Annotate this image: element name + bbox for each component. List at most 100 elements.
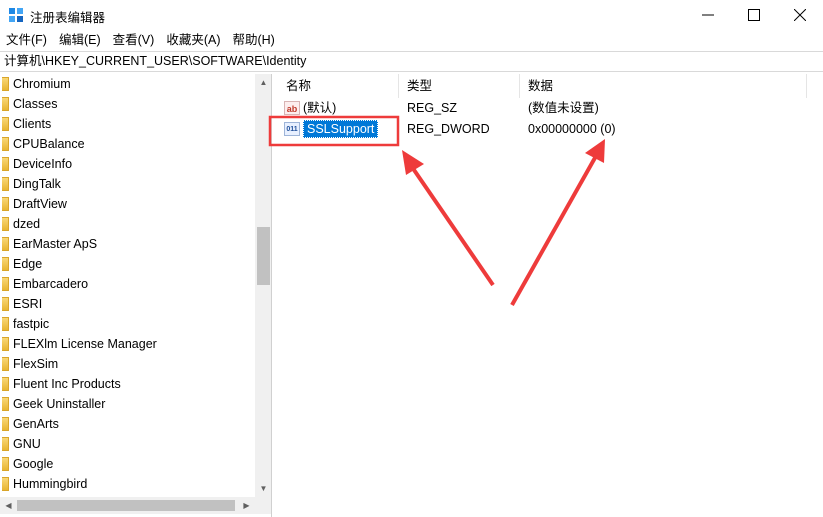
minimize-button[interactable] <box>685 0 731 30</box>
tree-item[interactable]: Fluent Inc Products <box>0 374 255 394</box>
column-header-data[interactable]: 数据 <box>520 74 808 98</box>
tree-item[interactable]: DingTalk <box>0 174 255 194</box>
tree-item-label: FlexSim <box>13 357 59 371</box>
tree-item[interactable]: Clients <box>0 114 255 134</box>
tree-item-label: GenArts <box>13 417 59 431</box>
value-row-default[interactable]: ab (默认) REG_SZ (数值未设置) <box>278 98 808 118</box>
key-tree: Chromium Classes Clients CPUBalance Devi… <box>0 74 255 494</box>
scroll-down-icon[interactable]: ▼ <box>255 480 271 497</box>
menu-file[interactable]: 文件(F) <box>0 30 53 50</box>
minimize-icon <box>702 14 714 16</box>
folder-icon <box>2 117 9 131</box>
value-name: (默认) <box>303 101 337 115</box>
folder-icon <box>2 477 9 491</box>
tree-vertical-scrollbar[interactable]: ▲ ▼ <box>255 74 271 497</box>
tree-item[interactable]: FLEXlm License Manager <box>0 334 255 354</box>
tree-item-label: Embarcadero <box>13 277 89 291</box>
tree-item[interactable]: Google <box>0 454 255 474</box>
tree-item-label: DeviceInfo <box>13 157 73 171</box>
tree-item-label: GNU <box>13 437 41 451</box>
folder-icon <box>2 97 9 111</box>
folder-icon <box>2 397 9 411</box>
folder-icon <box>2 457 9 471</box>
maximize-button[interactable] <box>731 0 777 30</box>
value-row-sslsupport[interactable]: 011 SSLSupport REG_DWORD 0x00000000 (0) <box>278 119 808 139</box>
folder-icon <box>2 377 9 391</box>
maximize-icon <box>748 9 760 21</box>
tree-item[interactable]: GNU <box>0 434 255 454</box>
tree-item-label: Chromium <box>13 77 71 91</box>
folder-icon <box>2 257 9 271</box>
key-tree-pane: Chromium Classes Clients CPUBalance Devi… <box>0 74 272 517</box>
values-header: 名称 类型 数据 <box>278 74 808 98</box>
tree-item[interactable]: Hummingbird <box>0 474 255 494</box>
menu-help[interactable]: 帮助(H) <box>226 30 280 50</box>
binary-value-icon: 011 <box>284 122 300 136</box>
menu-bar: 文件(F) 编辑(E) 查看(V) 收藏夹(A) 帮助(H) <box>0 30 823 50</box>
scroll-right-icon[interactable]: ▶ <box>238 497 255 514</box>
close-button[interactable] <box>777 0 823 30</box>
tree-item[interactable]: dzed <box>0 214 255 234</box>
tree-item[interactable]: Chromium <box>0 74 255 94</box>
tree-item-label: Fluent Inc Products <box>13 377 121 391</box>
address-bar[interactable]: 计算机\HKEY_CURRENT_USER\SOFTWARE\Identity <box>0 51 823 72</box>
tree-item[interactable]: DraftView <box>0 194 255 214</box>
close-icon <box>794 9 806 21</box>
tree-item-label: DraftView <box>13 197 67 211</box>
tree-item-label: Classes <box>13 97 58 111</box>
registry-editor-icon <box>9 8 23 22</box>
folder-icon <box>2 437 9 451</box>
menu-view[interactable]: 查看(V) <box>107 30 161 50</box>
value-data: 0x00000000 (0) <box>528 122 616 136</box>
tree-item[interactable]: ESRI <box>0 294 255 314</box>
value-name-cell: ab (默认) <box>278 98 399 118</box>
tree-item[interactable]: CPUBalance <box>0 134 255 154</box>
tree-item[interactable]: Embarcadero <box>0 274 255 294</box>
folder-icon <box>2 317 9 331</box>
tree-item-label: Geek Uninstaller <box>13 397 106 411</box>
values-pane: 名称 类型 数据 ab (默认) REG_SZ (数值未设置) 011 SSLS… <box>278 74 823 517</box>
tree-item-label: EarMaster ApS <box>13 237 98 251</box>
tree-item[interactable]: EarMaster ApS <box>0 234 255 254</box>
tree-item[interactable]: Geek Uninstaller <box>0 394 255 414</box>
folder-icon <box>2 277 9 291</box>
tree-item[interactable]: FlexSim <box>0 354 255 374</box>
column-header-type[interactable]: 类型 <box>399 74 520 98</box>
tree-horizontal-scrollbar[interactable]: ◀ ▶ <box>0 497 271 514</box>
tree-item-label: Hummingbird <box>13 477 88 491</box>
tree-item-label: Clients <box>13 117 52 131</box>
scroll-up-icon[interactable]: ▲ <box>255 74 271 91</box>
value-name-edit[interactable]: SSLSupport <box>303 120 379 138</box>
tree-item-label: CPUBalance <box>13 137 85 151</box>
tree-item-label: dzed <box>13 217 41 231</box>
tree-item-label: ESRI <box>13 297 43 311</box>
tree-item[interactable]: GenArts <box>0 414 255 434</box>
scroll-thumb[interactable] <box>257 227 270 285</box>
tree-item-label: DingTalk <box>13 177 61 191</box>
tree-item[interactable]: DeviceInfo <box>0 154 255 174</box>
column-header-name[interactable]: 名称 <box>278 74 399 98</box>
value-type: REG_SZ <box>407 101 458 115</box>
folder-icon <box>2 197 9 211</box>
folder-icon <box>2 417 9 431</box>
folder-icon <box>2 137 9 151</box>
title-bar: 注册表编辑器 <box>0 0 823 30</box>
menu-edit[interactable]: 编辑(E) <box>53 30 107 50</box>
folder-icon <box>2 217 9 231</box>
folder-icon <box>2 237 9 251</box>
value-type: REG_DWORD <box>407 122 490 136</box>
folder-icon <box>2 157 9 171</box>
string-value-icon: ab <box>284 101 300 115</box>
menu-favorites[interactable]: 收藏夹(A) <box>160 30 226 50</box>
folder-icon <box>2 177 9 191</box>
tree-item[interactable]: fastpic <box>0 314 255 334</box>
folder-icon <box>2 77 9 91</box>
tree-item-label: FLEXlm License Manager <box>13 337 157 351</box>
scroll-left-icon[interactable]: ◀ <box>0 497 17 514</box>
folder-icon <box>2 357 9 371</box>
tree-item-label: Edge <box>13 257 43 271</box>
tree-item[interactable]: Classes <box>0 94 255 114</box>
tree-item[interactable]: Edge <box>0 254 255 274</box>
folder-icon <box>2 337 9 351</box>
horizontal-scroll-thumb[interactable] <box>17 500 235 511</box>
